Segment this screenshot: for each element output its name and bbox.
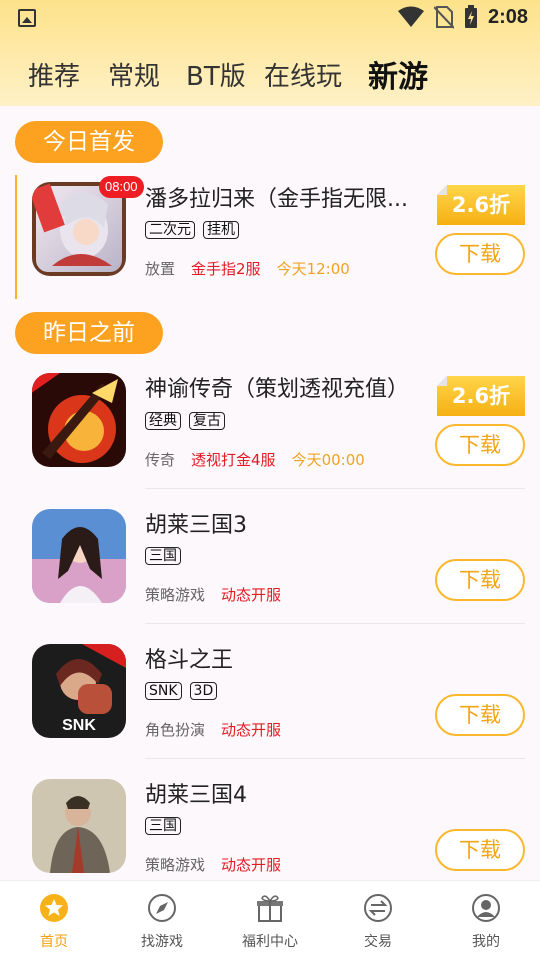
nav-label: 交易 xyxy=(364,934,392,950)
game-meta: 传奇 透视打金4服 今天00:00 xyxy=(145,449,365,470)
tag: 3D xyxy=(189,682,218,700)
tab-online[interactable]: 在线玩 xyxy=(264,56,342,93)
compass-icon xyxy=(148,894,176,922)
game-meta: 策略游戏 动态开服 xyxy=(145,584,297,605)
game-icon-hulai3[interactable] xyxy=(32,509,126,603)
nav-welfare[interactable]: 福利中心 xyxy=(216,893,324,951)
no-sim-icon xyxy=(433,6,454,29)
nav-find-games[interactable]: 找游戏 xyxy=(108,893,216,951)
download-button[interactable]: 下载 xyxy=(435,829,525,871)
game-server: 动态开服 xyxy=(221,721,282,739)
game-tags: 经典 复古 xyxy=(145,412,225,430)
nav-home[interactable]: 首页 xyxy=(0,893,108,951)
discount-label: 2.6折 xyxy=(451,193,511,217)
release-time-badge: 08:00 xyxy=(99,176,144,198)
game-tags: 三国 xyxy=(145,817,181,835)
game-icon-shenyu[interactable] xyxy=(32,373,126,467)
category-tabs: 推荐 常规 BT版 在线玩 新游 xyxy=(0,52,540,96)
header: 2:08 推荐 常规 BT版 在线玩 新游 xyxy=(0,0,540,106)
download-button[interactable]: 下载 xyxy=(435,424,525,466)
status-bar: 2:08 xyxy=(0,0,540,36)
tag: 三国 xyxy=(145,547,181,565)
game-category: 策略游戏 xyxy=(145,586,206,604)
game-title[interactable]: 胡莱三国4 xyxy=(145,777,415,809)
tag: 二次元 xyxy=(145,221,195,239)
tab-new-games[interactable]: 新游 xyxy=(368,52,428,96)
download-button[interactable]: 下载 xyxy=(435,694,525,736)
game-meta: 策略游戏 动态开服 xyxy=(145,854,297,875)
tag: SNK xyxy=(145,682,182,700)
nav-label: 我的 xyxy=(472,934,500,950)
divider xyxy=(145,488,525,489)
tag: 挂机 xyxy=(203,221,239,239)
tag: 复古 xyxy=(189,412,225,430)
game-tags: SNK 3D xyxy=(145,682,218,700)
nav-label: 首页 xyxy=(40,934,68,950)
discount-label: 2.6折 xyxy=(451,384,511,408)
open-time: 今天00:00 xyxy=(291,451,365,469)
game-icon-hulai4[interactable] xyxy=(32,779,126,873)
nav-label: 福利中心 xyxy=(242,934,298,950)
tab-regular[interactable]: 常规 xyxy=(108,56,160,93)
game-category: 角色扮演 xyxy=(145,721,206,739)
divider xyxy=(145,758,525,759)
nav-label: 找游戏 xyxy=(141,934,183,950)
game-server: 透视打金4服 xyxy=(191,451,276,469)
discount-badge: 2.6折 xyxy=(437,185,525,225)
game-title[interactable]: 格斗之王 xyxy=(145,642,415,674)
game-server: 金手指2服 xyxy=(191,260,261,278)
clock: 2:08 xyxy=(487,5,528,28)
game-title[interactable]: 神谕传奇（策划透视充值） xyxy=(145,371,415,403)
battery-charging-icon xyxy=(464,5,477,28)
game-category: 传奇 xyxy=(145,451,176,469)
nav-mine[interactable]: 我的 xyxy=(432,893,540,951)
star-icon xyxy=(40,894,68,922)
game-category: 策略游戏 xyxy=(145,856,206,874)
game-tags: 三国 xyxy=(145,547,181,565)
section-before-label: 昨日之前 xyxy=(15,312,163,354)
nav-trade[interactable]: 交易 xyxy=(324,893,432,951)
wifi-icon xyxy=(397,6,424,27)
divider xyxy=(145,623,525,624)
tag: 经典 xyxy=(145,412,181,430)
game-title[interactable]: 胡莱三国3 xyxy=(145,507,415,539)
tab-recommend[interactable]: 推荐 xyxy=(28,56,80,93)
gift-icon xyxy=(257,895,283,922)
svg-text:SNK: SNK xyxy=(62,717,96,734)
download-button[interactable]: 下载 xyxy=(435,233,525,275)
download-button[interactable]: 下载 xyxy=(435,559,525,601)
game-tags: 二次元 挂机 xyxy=(145,221,239,239)
section-today-label: 今日首发 xyxy=(15,121,163,163)
open-time: 今天12:00 xyxy=(276,260,350,278)
game-server: 动态开服 xyxy=(221,586,282,604)
game-meta: 角色扮演 动态开服 xyxy=(145,719,297,740)
game-title[interactable]: 潘多拉归来（金手指无限... xyxy=(145,181,415,213)
image-notification-icon xyxy=(18,9,36,27)
game-icon-kof[interactable]: SNK xyxy=(32,644,126,738)
discount-badge: 2.6折 xyxy=(437,376,525,416)
user-icon xyxy=(472,894,500,922)
timeline-line xyxy=(15,175,17,299)
bottom-nav: 首页 找游戏 福利中心 交易 我的 xyxy=(0,880,540,960)
game-category: 放置 xyxy=(145,260,176,278)
tab-bt[interactable]: BT版 xyxy=(186,56,246,93)
tag: 三国 xyxy=(145,817,181,835)
game-meta: 放置 金手指2服 今天12:00 xyxy=(145,258,350,279)
game-server: 动态开服 xyxy=(221,856,282,874)
exchange-icon xyxy=(364,894,392,922)
